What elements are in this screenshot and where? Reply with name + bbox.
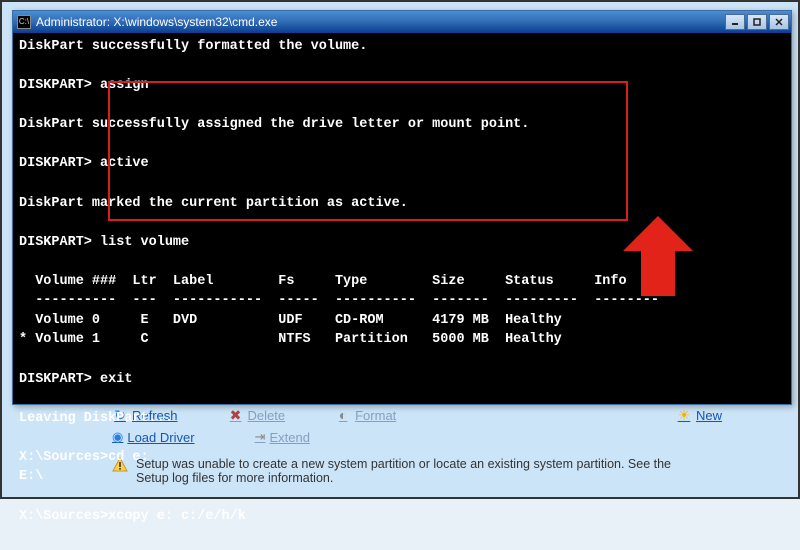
- maximize-icon: [752, 17, 762, 27]
- prompt: DISKPART>: [19, 235, 100, 250]
- cmd-icon: C:\: [17, 15, 31, 29]
- term-line: DiskPart successfully assigned the drive…: [19, 117, 529, 132]
- terminal-output[interactable]: DiskPart successfully formatted the volu…: [13, 33, 791, 550]
- window-title: Administrator: X:\windows\system32\cmd.e…: [36, 15, 723, 29]
- minimize-icon: [730, 17, 740, 27]
- close-button[interactable]: [769, 14, 789, 30]
- maximize-button[interactable]: [747, 14, 767, 30]
- prompt: DISKPART>: [19, 372, 100, 387]
- titlebar[interactable]: C:\ Administrator: X:\windows\system32\c…: [13, 11, 791, 33]
- cmd-input: list volume: [100, 235, 189, 250]
- prompt: DISKPART>: [19, 78, 100, 93]
- table-divider: ---------- --- ----------- ----- -------…: [19, 293, 659, 308]
- table-header: Volume ### Ltr Label Fs Type Size Status…: [19, 274, 627, 289]
- close-icon: [774, 17, 784, 27]
- term-line: DiskPart marked the current partition as…: [19, 196, 408, 211]
- screenshot-frame: ↻ Refresh ✖ Delete ◐ Format ☀ New ◉ Load…: [0, 0, 800, 499]
- term-line: Leaving DiskPart...: [19, 411, 173, 426]
- cmd-input: assign: [100, 78, 149, 93]
- table-row: Volume 0 E DVD UDF CD-ROM 4179 MB Health…: [19, 313, 562, 328]
- term-line: X:\Sources>cd e:: [19, 450, 149, 465]
- minimize-button[interactable]: [725, 14, 745, 30]
- cmd-input: active: [100, 156, 149, 171]
- prompt: DISKPART>: [19, 156, 100, 171]
- window-buttons: [723, 14, 789, 30]
- table-row: * Volume 1 C NTFS Partition 5000 MB Heal…: [19, 332, 562, 347]
- term-line: X:\Sources>xcopy e: c:/e/h/k: [19, 509, 246, 524]
- term-line: DiskPart successfully formatted the volu…: [19, 39, 367, 54]
- cmd-window: C:\ Administrator: X:\windows\system32\c…: [12, 10, 792, 405]
- term-line: E:\: [19, 469, 43, 484]
- cmd-input: exit: [100, 372, 132, 387]
